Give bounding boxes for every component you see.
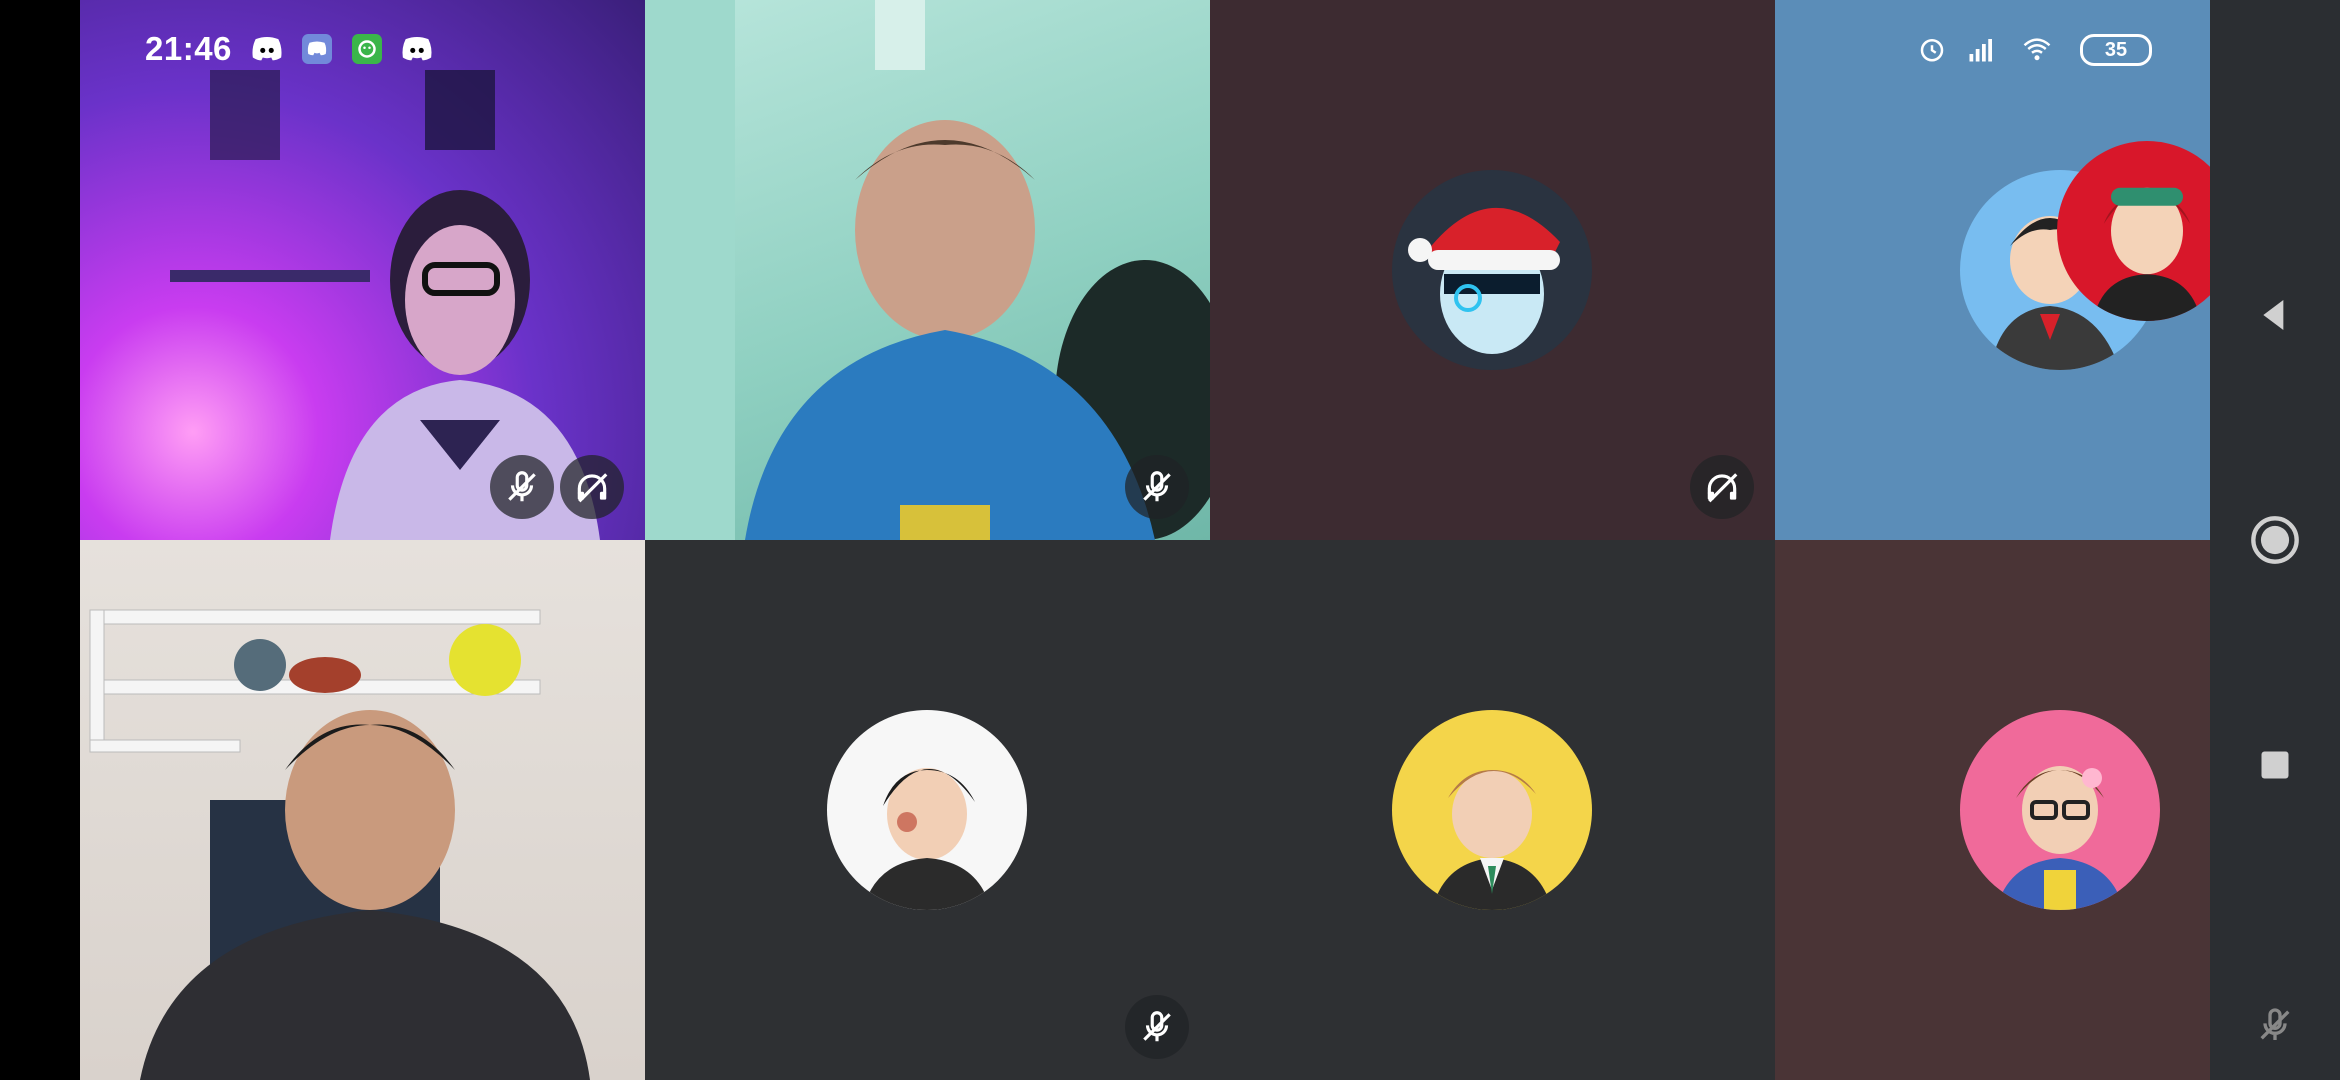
anime-boy-avatar [827,710,1027,910]
participant-tile-avatar[interactable] [1775,540,2210,1080]
participant-tile-video[interactable] [645,0,1210,540]
headphones-off-icon [1707,473,1738,503]
person-silhouette [170,70,600,540]
voice-call-grid [80,0,2210,1080]
santa-robot-avatar [1392,170,1592,370]
mute-badge [1125,995,1189,1059]
home-button[interactable] [2210,495,2340,585]
mic-muted-icon [2260,1008,2290,1040]
deafen-badge [560,455,624,519]
participant-tile-avatar[interactable] [1210,540,1775,1080]
mute-badge [1125,455,1189,519]
mute-badge [490,455,554,519]
back-icon [2263,300,2284,330]
glasses-girl-avatar [1960,710,2160,910]
participant-tile-video[interactable] [80,0,645,540]
mic-muted-icon [508,471,536,502]
mic-muted-icon [1143,471,1171,502]
headphones-off-icon [577,473,608,503]
person-silhouette [645,0,1210,540]
participant-tile-video[interactable] [80,540,645,1080]
recents-icon [2261,751,2289,779]
back-button[interactable] [2210,270,2340,360]
mic-muted-icon [1143,1011,1171,1042]
mic-toggle-button[interactable] [2210,980,2340,1070]
cartoon-guy-avatar [1392,710,1592,910]
participant-tile-avatar[interactable] [645,540,1210,1080]
person-silhouette [89,609,590,1080]
participant-tile-avatar[interactable] [1775,0,2210,540]
recents-button[interactable] [2210,720,2340,810]
participant-tile-avatar[interactable] [1210,0,1775,540]
home-icon [2251,516,2299,564]
deafen-badge [1690,455,1754,519]
navigation-bar [2210,0,2340,1080]
